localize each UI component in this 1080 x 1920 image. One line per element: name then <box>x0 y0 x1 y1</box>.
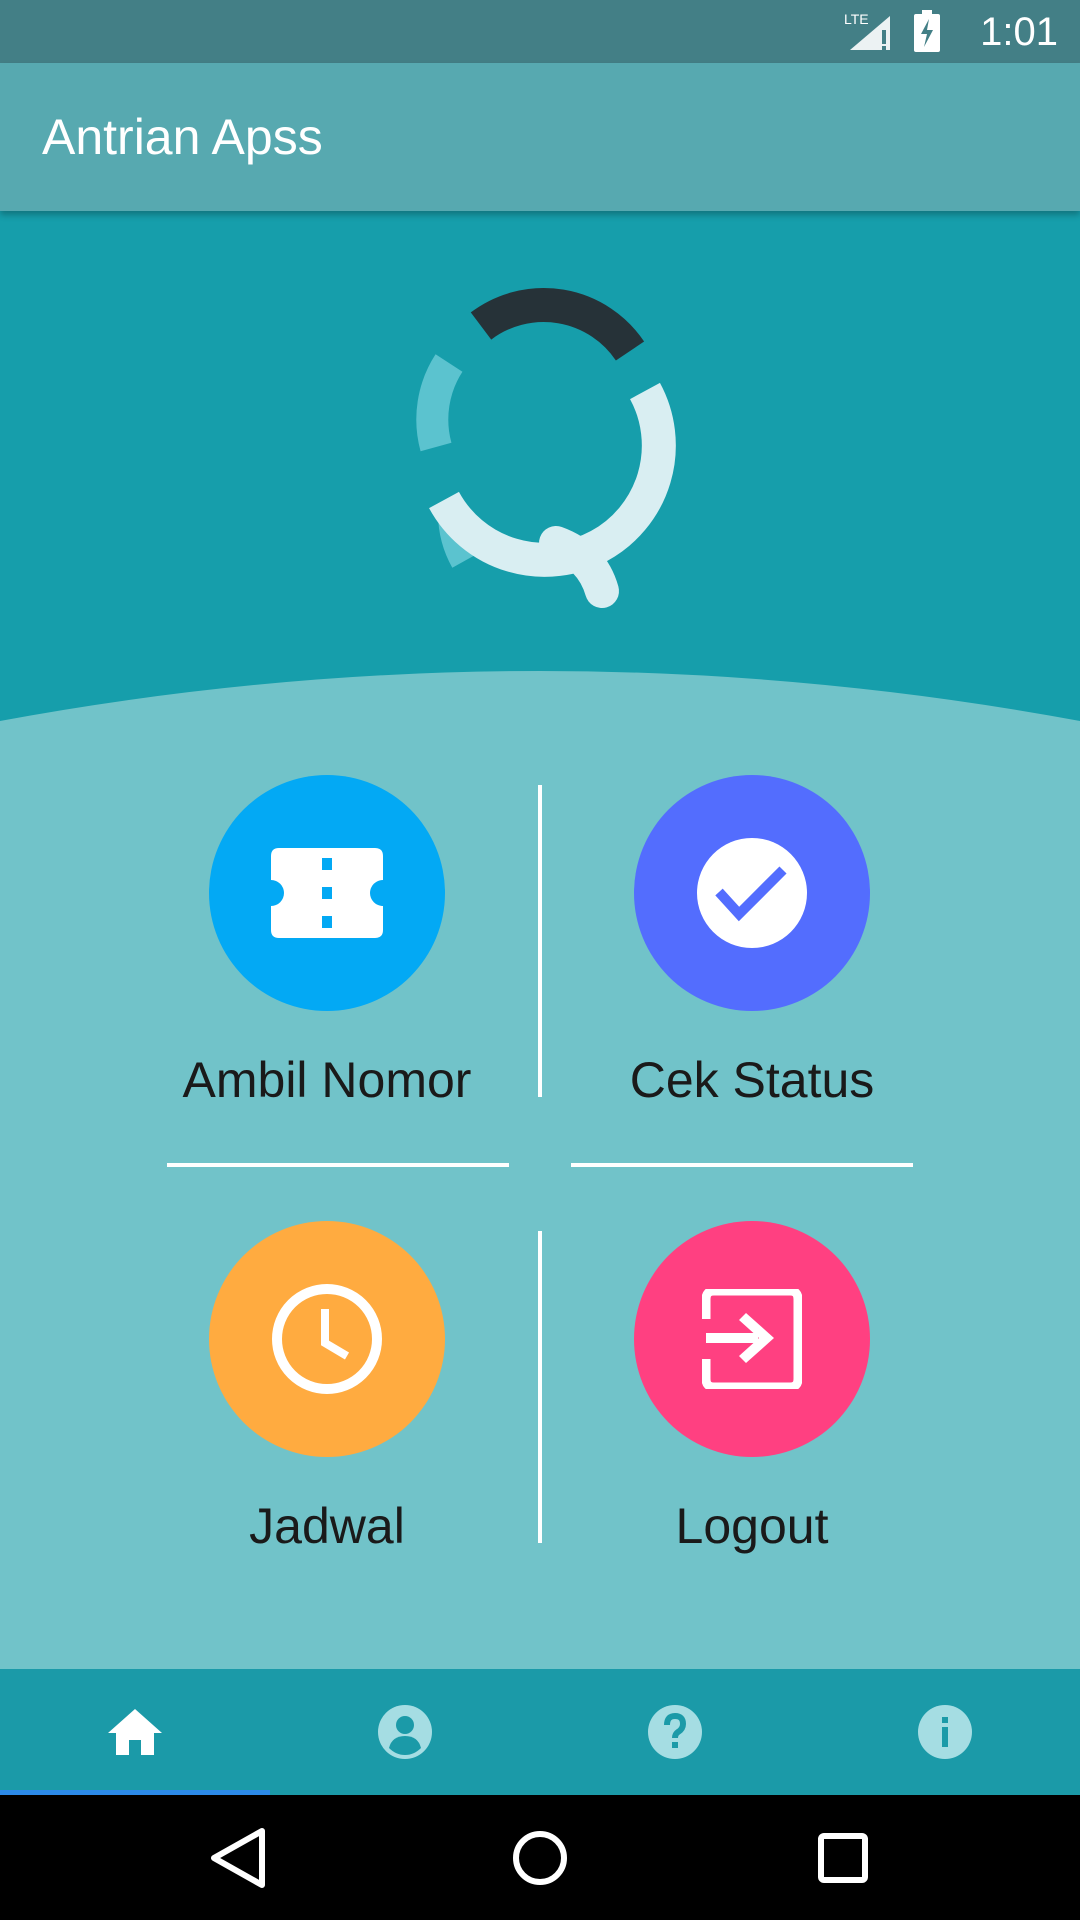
main-content: Ambil Nomor Cek Status Jadwal Logout <box>0 211 1080 1669</box>
nav-home[interactable] <box>0 1669 270 1795</box>
check-circle-icon <box>697 838 807 948</box>
grid-divider-vertical-bottom <box>538 1231 542 1543</box>
bottom-navigation <box>0 1669 1080 1795</box>
menu-item-jadwal[interactable]: Jadwal <box>147 1221 507 1555</box>
app-title: Antrian Apss <box>42 109 323 165</box>
help-icon <box>648 1705 702 1759</box>
system-navigation-bar <box>0 1795 1080 1920</box>
info-icon <box>918 1705 972 1759</box>
account-icon <box>378 1705 432 1759</box>
grid-divider-horizontal-left <box>167 1163 509 1167</box>
ticket-icon <box>271 848 383 938</box>
status-bar: LTE 1:01 <box>0 0 1080 63</box>
cek-status-button[interactable] <box>634 775 870 1011</box>
battery-charging-icon <box>914 10 940 52</box>
menu-item-ambil-nomor[interactable]: Ambil Nomor <box>147 775 507 1109</box>
back-icon[interactable] <box>202 1823 272 1893</box>
logout-label: Logout <box>675 1498 829 1554</box>
hero-banner <box>0 211 1080 721</box>
nav-info[interactable] <box>810 1669 1080 1795</box>
ambil-nomor-label: Ambil Nomor <box>182 1052 472 1108</box>
nav-account[interactable] <box>270 1669 540 1795</box>
app-bar: Antrian Apss <box>0 63 1080 211</box>
cek-status-label: Cek Status <box>629 1052 875 1108</box>
ambil-nomor-button[interactable] <box>209 775 445 1011</box>
nav-help[interactable] <box>540 1669 810 1795</box>
grid-divider-horizontal-right <box>571 1163 913 1167</box>
menu-item-cek-status[interactable]: Cek Status <box>572 775 932 1109</box>
menu-item-logout[interactable]: Logout <box>572 1221 932 1555</box>
home-icon <box>108 1709 162 1755</box>
status-time: 1:01 <box>980 10 1058 54</box>
svg-text:LTE: LTE <box>844 11 869 27</box>
signal-icon: LTE <box>844 11 890 50</box>
status-icons: LTE <box>844 10 940 52</box>
jadwal-button[interactable] <box>209 1221 445 1457</box>
logout-icon <box>702 1289 802 1389</box>
home-circle-icon[interactable] <box>505 1823 575 1893</box>
logout-button[interactable] <box>634 1221 870 1457</box>
grid-divider-vertical-top <box>538 785 542 1097</box>
jadwal-label: Jadwal <box>249 1498 405 1554</box>
clock-icon <box>272 1284 382 1394</box>
recents-icon[interactable] <box>808 1823 878 1893</box>
